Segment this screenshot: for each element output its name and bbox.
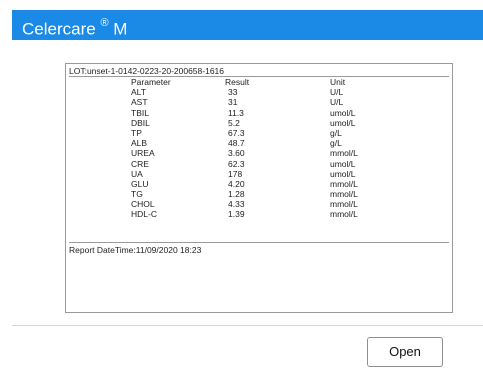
- result-cell: 5.2: [228, 117, 240, 128]
- result-cell: 4.20: [228, 178, 245, 189]
- table-row: HDL-C 1.39 mmol/L: [66, 209, 452, 219]
- unit-cell: U/L: [330, 87, 344, 98]
- result-cell: 1.28: [228, 189, 245, 200]
- result-cell: 48.7: [228, 138, 245, 149]
- app-window: Celercare ® M LOT:unset-1-0142-0223-20-2…: [0, 0, 483, 370]
- parameter-cell: TG: [131, 189, 143, 200]
- parameter-cell: GLU: [131, 178, 149, 189]
- result-cell: 178: [228, 168, 243, 179]
- table-row: TBIL 11.3 umol/L: [66, 108, 452, 118]
- app-title-suffix: M: [113, 19, 128, 39]
- parameter-cell: TBIL: [131, 107, 149, 118]
- table-row: CRE 62.3 umol/L: [66, 159, 452, 169]
- table-row: ALT 33 U/L: [66, 87, 452, 97]
- header-result: Result: [225, 77, 250, 87]
- table-row: TP 67.3 g/L: [66, 128, 452, 138]
- unit-cell: mmol/L: [330, 209, 358, 220]
- unit-cell: g/L: [330, 138, 342, 149]
- parameter-cell: AST: [131, 97, 148, 108]
- table-row: ALB 48.7 g/L: [66, 138, 452, 148]
- results-table: Parameter Result Unit ALT 33 U/L AST 31 …: [66, 77, 452, 220]
- result-cell: 1.39: [228, 209, 245, 220]
- content-area: LOT:unset-1-0142-0223-20-200658-1616 Par…: [12, 40, 483, 325]
- unit-cell: umol/L: [330, 158, 356, 169]
- unit-cell: U/L: [330, 97, 344, 108]
- app-title: Celercare: [22, 19, 96, 39]
- table-row: GLU 4.20 mmol/L: [66, 179, 452, 189]
- title-bar: Celercare ® M: [12, 10, 483, 40]
- result-cell: 11.3: [228, 107, 244, 118]
- result-cell: 62.3: [228, 158, 245, 169]
- unit-cell: umol/L: [330, 107, 356, 118]
- report-divider: [69, 242, 449, 243]
- action-bar: Open: [12, 325, 483, 370]
- table-row: TG 1.28 mmol/L: [66, 189, 452, 199]
- table-row: AST 31 U/L: [66, 97, 452, 107]
- table-header-row: Parameter Result Unit: [66, 77, 452, 87]
- result-cell: 4.33: [228, 199, 245, 210]
- table-row: UREA 3.60 mmol/L: [66, 148, 452, 158]
- report-datetime: Report DateTime:11/09/2020 18:23: [69, 245, 202, 255]
- header-unit: Unit: [330, 77, 346, 87]
- open-button[interactable]: Open: [367, 337, 443, 367]
- unit-cell: umol/L: [330, 117, 356, 128]
- parameter-cell: HDL-C: [131, 209, 157, 220]
- header-parameter: Parameter: [131, 77, 171, 87]
- unit-cell: mmol/L: [330, 178, 358, 189]
- parameter-cell: ALT: [131, 87, 146, 98]
- parameter-cell: DBIL: [131, 117, 150, 128]
- unit-cell: mmol/L: [330, 189, 358, 200]
- parameter-cell: ALB: [131, 138, 148, 149]
- result-cell: 31: [228, 97, 238, 108]
- unit-cell: g/L: [330, 127, 342, 138]
- parameter-cell: CRE: [131, 158, 149, 169]
- result-cell: 67.3: [228, 127, 245, 138]
- parameter-cell: UREA: [131, 148, 155, 159]
- lot-number: LOT:unset-1-0142-0223-20-200658-1616: [69, 66, 225, 76]
- registered-mark: ®: [100, 17, 109, 29]
- unit-cell: mmol/L: [330, 148, 358, 159]
- unit-cell: umol/L: [330, 168, 356, 179]
- table-row: DBIL 5.2 umol/L: [66, 118, 452, 128]
- result-cell: 33: [228, 87, 238, 98]
- result-cell: 3.60: [228, 148, 245, 159]
- parameter-cell: UA: [131, 168, 143, 179]
- parameter-cell: CHOL: [131, 199, 155, 210]
- table-row: UA 178 umol/L: [66, 169, 452, 179]
- report-panel: LOT:unset-1-0142-0223-20-200658-1616 Par…: [65, 63, 453, 313]
- table-row: CHOL 4.33 mmol/L: [66, 199, 452, 209]
- unit-cell: mmol/L: [330, 199, 358, 210]
- parameter-cell: TP: [131, 127, 142, 138]
